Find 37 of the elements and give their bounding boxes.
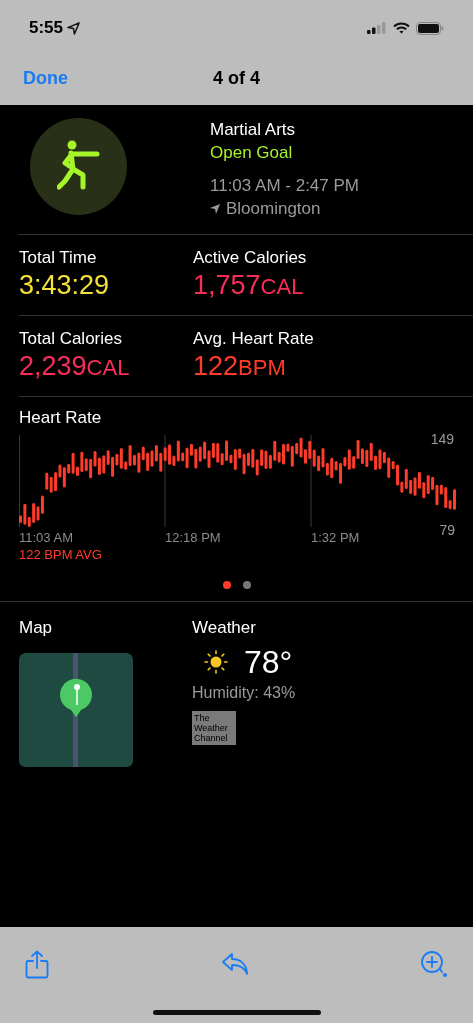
workout-name: Martial Arts [210, 119, 297, 141]
share-icon [25, 949, 49, 979]
metric-label: Total Time [19, 247, 98, 269]
axis-min-label: 79 [439, 521, 455, 540]
location-arrow-icon [67, 21, 81, 35]
signal-icon [367, 22, 387, 34]
share-button[interactable] [24, 949, 50, 979]
metric-label: Avg. Heart Rate [193, 328, 315, 350]
time-range: 11:03 AM - 2:47 PM [210, 175, 359, 197]
time-axis-label: 1:32 PM [311, 529, 360, 546]
status-time: 5:55 [29, 17, 64, 40]
battery-icon [416, 21, 444, 35]
metric-label: Active Calories [193, 247, 308, 269]
sun-icon [204, 650, 228, 674]
time-axis-label: 12:18 PM [165, 529, 221, 546]
metric-value: 1,757CAL [193, 269, 305, 302]
wifi-icon [393, 22, 410, 34]
provider-logo: The Weather Channel [192, 711, 236, 745]
weather-title: Weather [192, 617, 257, 639]
done-button[interactable]: Done [23, 65, 68, 92]
average-label: 122 BPM AVG [19, 546, 103, 563]
goal-label: Open Goal [210, 142, 294, 164]
metric-value: 3:43:29 [19, 269, 111, 301]
metric-value: 2,239CAL [19, 350, 131, 383]
page-title: 4 of 4 [213, 67, 260, 90]
metric-value: 122BPM [193, 350, 287, 383]
map-title: Map [19, 617, 54, 639]
time-axis-label: 11:03 AM [19, 529, 73, 546]
chart-title: Heart Rate [19, 407, 103, 429]
zoom-in-icon [420, 950, 448, 978]
temperature: 78° [244, 643, 293, 681]
markup-button[interactable] [419, 949, 449, 979]
reply-icon [220, 952, 249, 976]
metric-label: Total Calories [19, 328, 123, 350]
location-arrow-icon [210, 203, 220, 214]
humidity-label: Humidity: 43% [192, 683, 296, 703]
location-label: Bloomington [226, 198, 321, 220]
